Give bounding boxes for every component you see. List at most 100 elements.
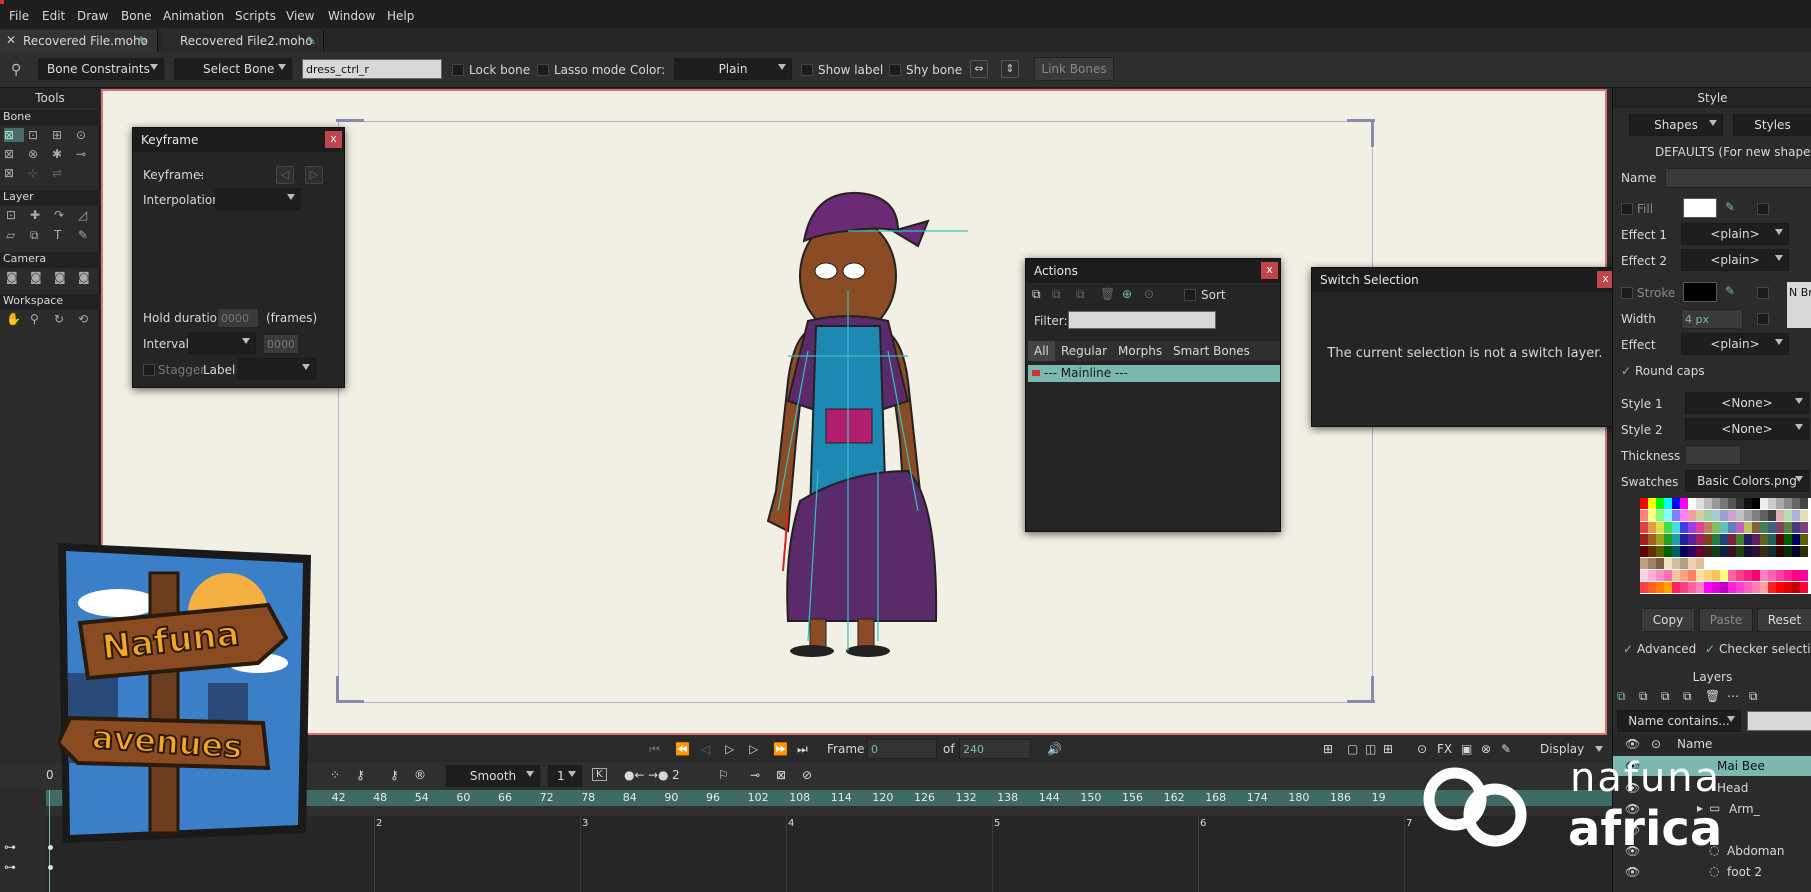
shear-layer-tool-icon[interactable]: ◿ xyxy=(78,208,87,222)
palette-swatch[interactable] xyxy=(1784,582,1792,593)
palette-swatch[interactable] xyxy=(1656,522,1664,533)
palette-swatch[interactable] xyxy=(1776,582,1784,593)
action-settings-icon[interactable]: ⊙ xyxy=(1144,287,1154,301)
draw-mode-icon[interactable]: ✎ xyxy=(1501,742,1511,756)
palette-swatch[interactable] xyxy=(1696,546,1704,557)
palette-swatch[interactable] xyxy=(1760,510,1768,521)
eyedropper-icon[interactable]: ✎ xyxy=(1725,200,1735,214)
palette-swatch[interactable] xyxy=(1784,570,1792,581)
paste-button[interactable]: Paste xyxy=(1699,608,1753,632)
offset-bone-tool-icon[interactable]: ⇌ xyxy=(52,166,62,180)
palette-swatch[interactable] xyxy=(1696,534,1704,545)
interval-input[interactable] xyxy=(263,334,299,354)
stroke-checkbox[interactable] xyxy=(1621,287,1633,299)
palette-swatch[interactable] xyxy=(1744,570,1752,581)
layout-split-icon[interactable]: ◫ xyxy=(1365,742,1376,756)
palette-swatch[interactable] xyxy=(1776,558,1784,569)
palette-swatch[interactable] xyxy=(1792,582,1800,593)
select-bone-dropdown[interactable]: Select Bone xyxy=(174,58,292,80)
tab-recovered-file2[interactable]: Recovered File2.moho ✎ xyxy=(162,30,324,52)
palette-swatch[interactable] xyxy=(1640,582,1648,593)
palette-swatch[interactable] xyxy=(1768,534,1776,545)
palette-swatch[interactable] xyxy=(1688,546,1696,557)
style1-dropdown[interactable]: <None> xyxy=(1685,392,1809,414)
bone-strength-tool-icon[interactable]: ✱ xyxy=(52,147,62,161)
new-layer-icon[interactable]: ⧉ xyxy=(1617,689,1626,704)
palette-swatch[interactable] xyxy=(1696,582,1704,593)
zoom-tool-icon[interactable]: ⚲ xyxy=(30,312,39,326)
menu-file[interactable]: File xyxy=(9,9,29,23)
palette-swatch[interactable] xyxy=(1720,534,1728,545)
step-back-icon[interactable]: ◁ xyxy=(701,742,710,756)
copy-layer-icon[interactable]: ⧉ xyxy=(1661,689,1670,704)
palette-swatch[interactable] xyxy=(1784,534,1792,545)
palette-swatch[interactable] xyxy=(1752,498,1760,509)
key-icon[interactable]: ⚷ xyxy=(390,768,399,782)
palette-swatch[interactable] xyxy=(1672,534,1680,545)
palette-swatch[interactable] xyxy=(1776,498,1784,509)
palette-swatch[interactable] xyxy=(1736,498,1744,509)
palette-swatch[interactable] xyxy=(1744,546,1752,557)
palette-swatch[interactable] xyxy=(1680,582,1688,593)
color-dropdown[interactable]: Plain xyxy=(674,58,792,80)
palette-swatch[interactable] xyxy=(1648,558,1656,569)
palette-swatch[interactable] xyxy=(1728,546,1736,557)
interval-count-dropdown[interactable]: 1 xyxy=(548,765,582,787)
palette-swatch[interactable] xyxy=(1640,498,1648,509)
duplicate-action-icon[interactable]: ⧉ xyxy=(1052,287,1061,302)
step-forward-icon[interactable]: ▷ xyxy=(749,742,758,756)
advanced-label[interactable]: Advanced xyxy=(1637,642,1696,656)
tab-recovered-file[interactable]: ✕ Recovered File.moho ✎ xyxy=(0,30,158,52)
palette-swatch[interactable] xyxy=(1664,498,1672,509)
round-caps-label[interactable]: Round caps xyxy=(1635,364,1705,378)
palette-swatch[interactable] xyxy=(1656,582,1664,593)
palette-swatch[interactable] xyxy=(1688,582,1696,593)
palette-swatch[interactable] xyxy=(1768,570,1776,581)
layout-quad-icon[interactable]: ⊞ xyxy=(1383,742,1393,756)
menu-edit[interactable]: Edit xyxy=(42,9,65,23)
hold-duration-input[interactable] xyxy=(217,308,259,328)
palette-swatch[interactable] xyxy=(1768,582,1776,593)
palette-swatch[interactable] xyxy=(1728,570,1736,581)
palette-swatch[interactable] xyxy=(1656,558,1664,569)
character-mai-bee[interactable] xyxy=(708,171,1008,671)
layer-filter-dropdown[interactable]: Name contains... xyxy=(1617,710,1741,732)
palette-swatch[interactable] xyxy=(1776,546,1784,557)
fill-extra-checkbox[interactable] xyxy=(1757,203,1769,215)
palette-swatch[interactable] xyxy=(1744,558,1752,569)
copy-key-icon[interactable]: ●← xyxy=(624,768,645,782)
menu-animation[interactable]: Animation xyxy=(163,9,224,23)
palette-swatch[interactable] xyxy=(1696,558,1704,569)
palette-swatch[interactable] xyxy=(1800,570,1808,581)
palette-swatch[interactable] xyxy=(1760,582,1768,593)
paste-key-icon[interactable]: →● xyxy=(648,768,669,782)
palette-swatch[interactable] xyxy=(1792,570,1800,581)
palette-swatch[interactable] xyxy=(1704,498,1712,509)
link-bones-button[interactable]: Link Bones xyxy=(1034,57,1114,81)
palette-swatch[interactable] xyxy=(1720,558,1728,569)
palette-swatch[interactable] xyxy=(1744,534,1752,545)
translate-bone-tool-icon[interactable]: ⊡ xyxy=(28,128,38,142)
width-input[interactable] xyxy=(1681,309,1743,329)
palette-swatch[interactable] xyxy=(1672,510,1680,521)
checker-selection-label[interactable]: Checker selection xyxy=(1719,642,1811,656)
palette-swatch[interactable] xyxy=(1704,510,1712,521)
menu-scripts[interactable]: Scripts xyxy=(235,9,276,23)
palette-swatch[interactable] xyxy=(1696,522,1704,533)
palette-swatch[interactable] xyxy=(1784,498,1792,509)
palette-swatch[interactable] xyxy=(1640,558,1648,569)
palette-swatch[interactable] xyxy=(1672,522,1680,533)
label-dropdown[interactable] xyxy=(238,358,316,380)
palette-swatch[interactable] xyxy=(1672,498,1680,509)
palette-swatch[interactable] xyxy=(1736,582,1744,593)
palette-swatch[interactable] xyxy=(1704,546,1712,557)
palette-swatch[interactable] xyxy=(1712,498,1720,509)
palette-swatch[interactable] xyxy=(1728,498,1736,509)
add-bone-tool-icon[interactable]: ⊠ xyxy=(4,147,14,161)
show-label-checkbox[interactable] xyxy=(801,64,813,76)
palette-swatch[interactable] xyxy=(1704,570,1712,581)
sort-checkbox[interactable] xyxy=(1184,289,1196,301)
fit-view-icon[interactable]: ⊞ xyxy=(1323,742,1333,756)
palette-swatch[interactable] xyxy=(1672,558,1680,569)
palette-swatch[interactable] xyxy=(1688,498,1696,509)
